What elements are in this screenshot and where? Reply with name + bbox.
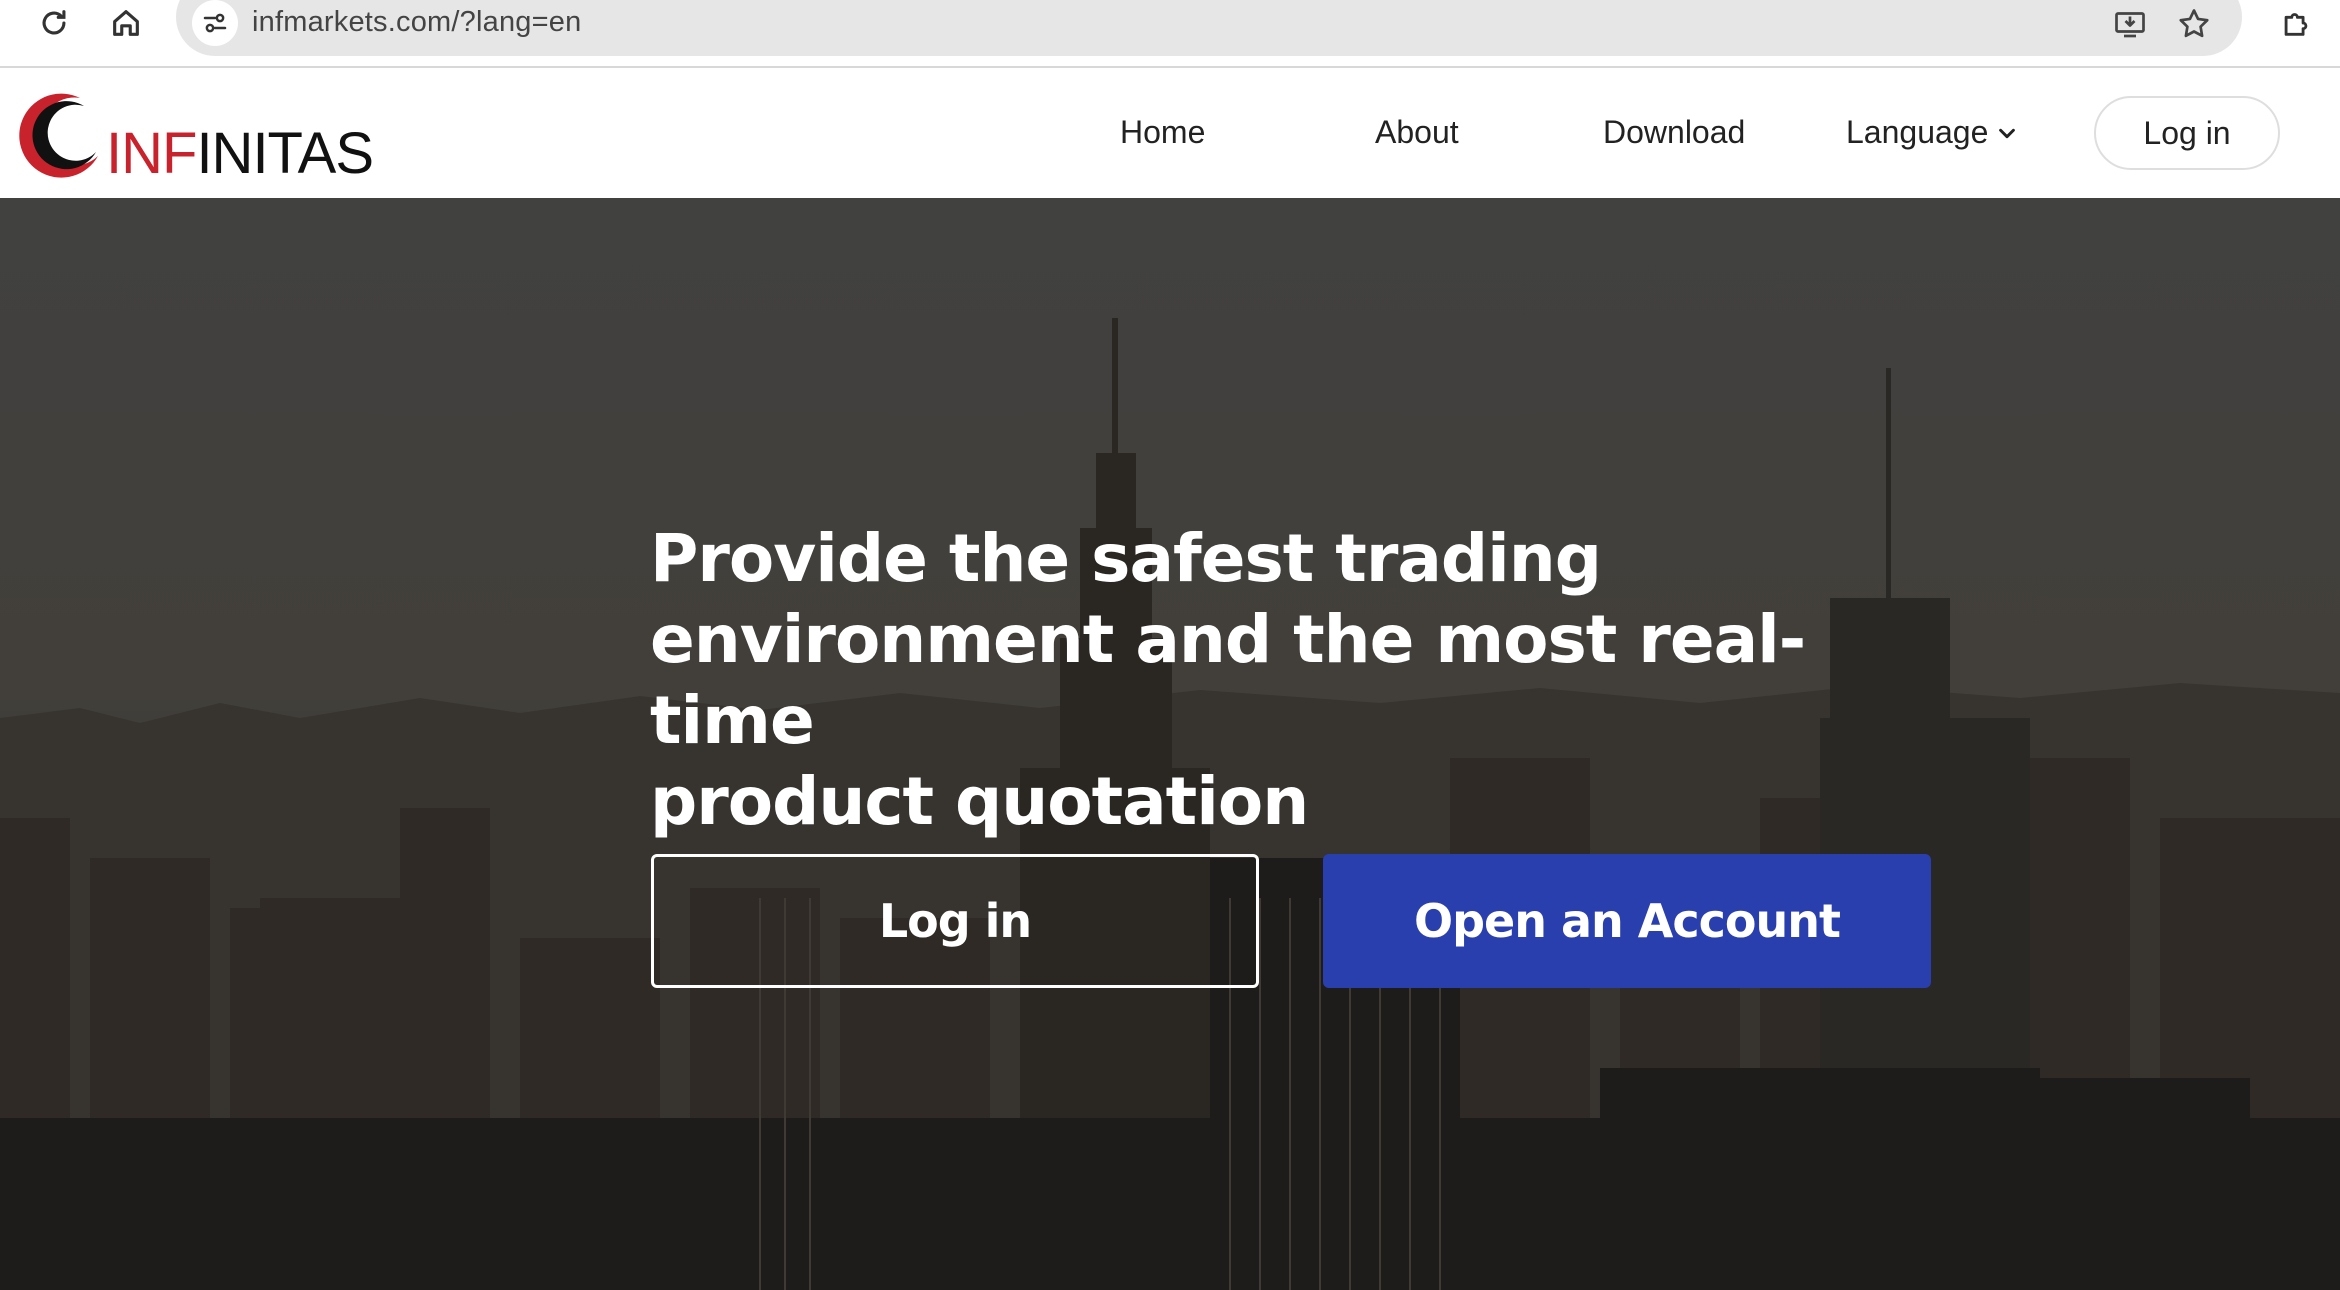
nav-download[interactable]: Download: [1603, 114, 1745, 151]
address-bar[interactable]: infmarkets.com/?lang=en: [176, 0, 2242, 56]
logo-crescent-icon: [19, 93, 99, 178]
headline-line-1: Provide the safest trading: [650, 520, 1602, 597]
nav-about[interactable]: About: [1375, 114, 1459, 151]
nav-home[interactable]: Home: [1120, 114, 1205, 151]
install-app-icon[interactable]: [2110, 4, 2150, 44]
site-info-icon[interactable]: [192, 0, 238, 46]
language-label: Language: [1846, 114, 1989, 150]
site-navbar: INFINITAS Home About Download Language L…: [0, 70, 2340, 198]
infinitas-logo[interactable]: INFINITAS: [10, 86, 374, 186]
logo-wordmark: INFINITAS: [106, 120, 374, 187]
hero-login-button[interactable]: Log in: [651, 854, 1259, 988]
navbar-login-button[interactable]: Log in: [2094, 96, 2280, 170]
reload-icon[interactable]: [26, 0, 82, 46]
nav-language-dropdown[interactable]: Language: [1846, 114, 2018, 151]
chevron-down-icon: [1999, 128, 2016, 138]
browser-toolbar: infmarkets.com/?lang=en: [0, 0, 2340, 68]
extensions-icon[interactable]: [2268, 0, 2324, 46]
hero-section: Provide the safest trading environment a…: [0, 198, 2340, 1290]
bookmark-star-icon[interactable]: [2174, 4, 2214, 44]
logo-accent-text: INF: [106, 121, 197, 186]
open-account-button[interactable]: Open an Account: [1323, 854, 1931, 988]
headline-line-2: environment and the most real-time: [650, 601, 1806, 759]
headline-line-3: product quotation: [650, 763, 1309, 840]
home-icon[interactable]: [98, 0, 154, 46]
logo-rest-text: INITAS: [196, 121, 374, 186]
url-text[interactable]: infmarkets.com/?lang=en: [252, 6, 581, 39]
hero-headline: Provide the safest trading environment a…: [650, 518, 1950, 842]
